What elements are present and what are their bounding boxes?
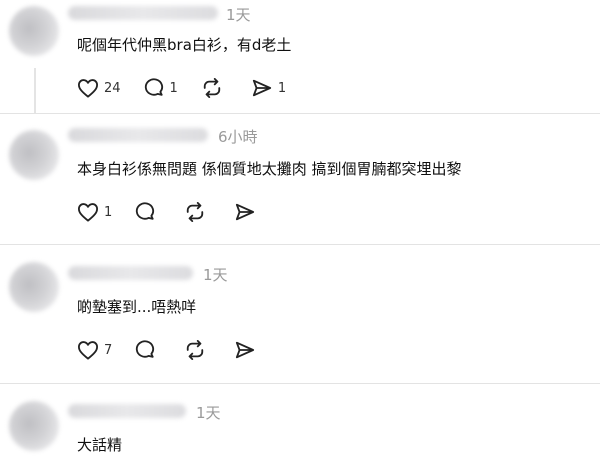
divider [0,113,600,114]
reply-button[interactable]: 1 [143,78,178,98]
repost-button[interactable] [183,202,212,222]
thread-line [34,68,36,114]
action-bar: 7 [77,340,283,360]
comment-text: 本身白衫係無問題 係個質地太攤肉 搞到個胃腩都突埋出黎 [77,160,462,178]
avatar[interactable] [9,130,59,180]
like-count: 7 [104,342,113,358]
send-icon [236,341,255,359]
repost-icon [203,78,221,98]
heart-icon [78,341,98,360]
username-blurred[interactable] [68,6,218,20]
reply-count: 1 [169,80,178,96]
timestamp: 6小時 [218,128,258,146]
divider [0,244,600,245]
like-button[interactable]: 1 [77,202,112,222]
heart-icon [78,203,98,222]
timestamp: 1天 [226,6,251,24]
username-blurred[interactable] [68,128,208,142]
like-button[interactable]: 7 [77,340,112,360]
timestamp: 1天 [203,266,228,284]
share-count: 1 [277,80,287,96]
share-button[interactable] [234,340,261,360]
like-button[interactable]: 24 [77,78,121,98]
repost-button[interactable] [200,78,229,98]
username-blurred[interactable] [68,404,186,418]
comment-text: 呢個年代仲黑bra白衫，有d老土 [77,36,292,54]
username-blurred[interactable] [68,266,193,280]
comment-text: 啲墊塞到...唔熱咩 [77,298,197,316]
avatar[interactable] [9,6,59,56]
like-count: 1 [104,204,113,220]
comment-bubble-icon [144,78,163,96]
avatar[interactable] [9,262,59,312]
action-bar: 24 1 1 [77,78,308,98]
share-button[interactable] [234,202,261,222]
repost-button[interactable] [183,340,212,360]
heart-icon [78,79,98,98]
comment-bubble-icon [136,340,155,358]
send-icon [236,203,255,221]
like-count: 24 [104,80,121,96]
comment-text: 大話精 [77,436,123,454]
reply-button[interactable] [134,202,161,222]
timestamp: 1天 [196,404,221,422]
avatar[interactable] [9,401,59,451]
comment-bubble-icon [136,202,155,220]
repost-icon [187,340,204,360]
divider [0,383,600,384]
reply-button[interactable] [134,340,161,360]
repost-icon [187,202,204,222]
share-button[interactable]: 1 [251,78,286,98]
send-icon [252,79,271,97]
action-bar: 1 [77,202,283,222]
